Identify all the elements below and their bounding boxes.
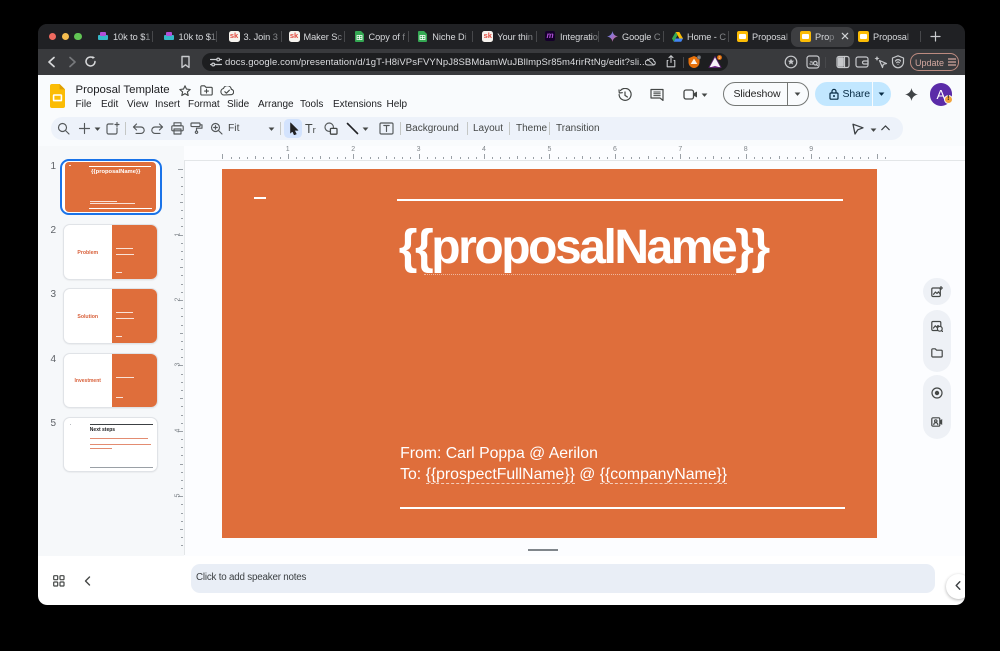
svg-text:a: a: [809, 59, 813, 66]
svg-text:2: 2: [719, 55, 721, 59]
